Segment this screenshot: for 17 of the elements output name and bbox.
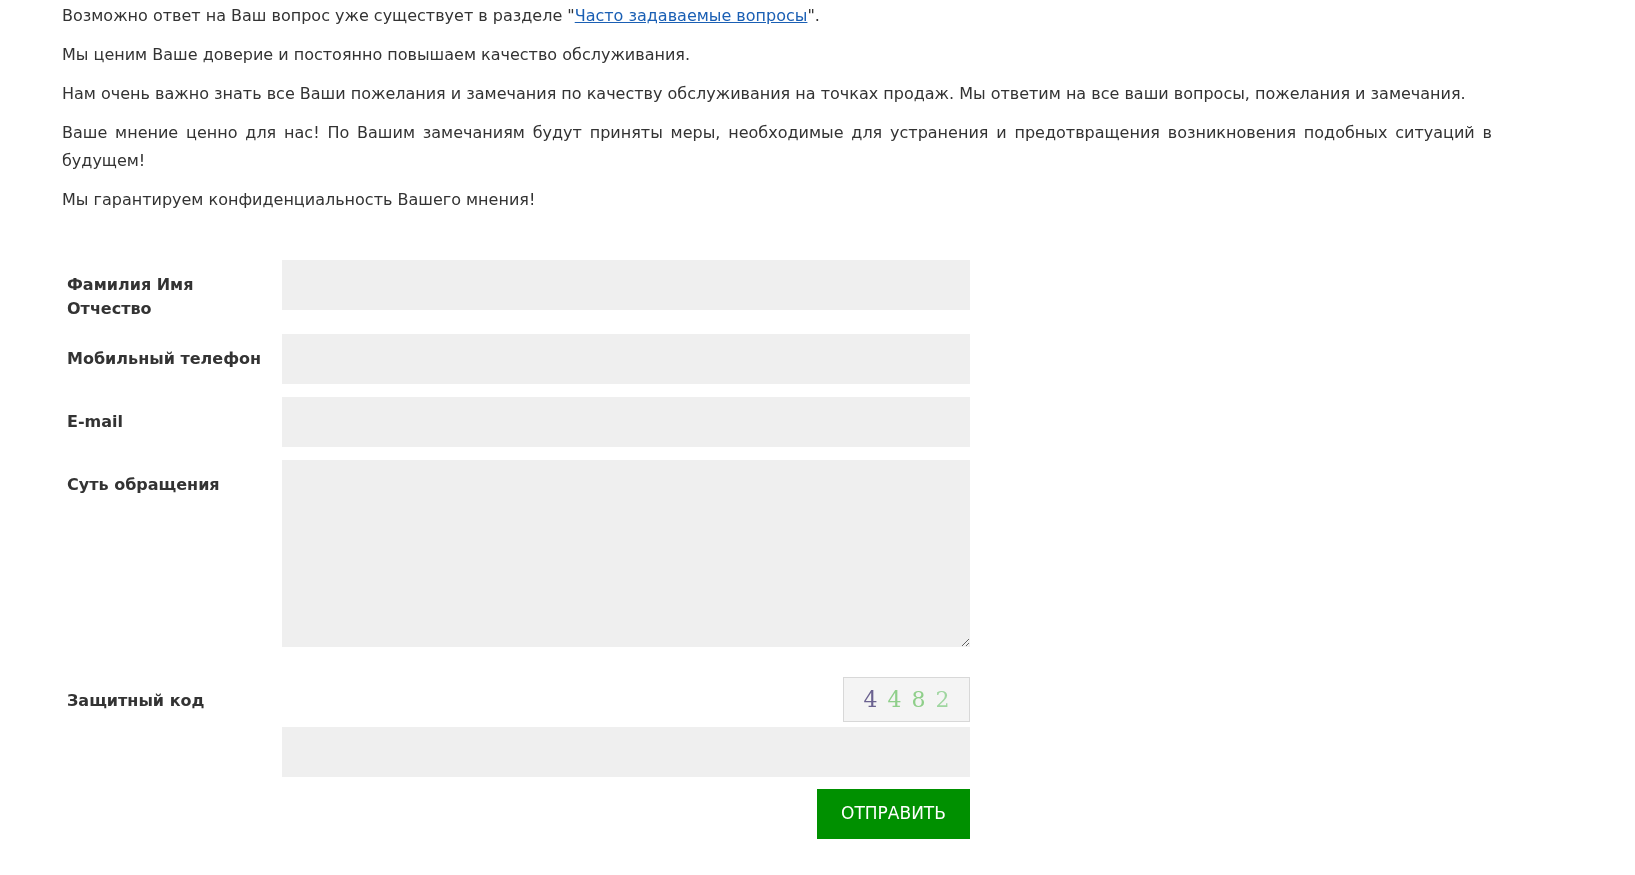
field-label: Защитный код: [66, 690, 206, 712]
paragraph-text: Ваше мнение ценно для нас! По Вашим замечаниям будут приняты меры, необходимые для устранения и предотвращения возникновения подобных ситуаций в будущем!: [62, 122, 1492, 172]
field-label: Мобильный телефон: [66, 348, 263, 370]
submit-button[interactable]: ОТПРАВИТЬ: [817, 789, 970, 839]
captcha-digit: 4: [887, 686, 902, 714]
intro-text: Возможно ответ на Ваш вопрос уже существует в разделе "Часто задаваемые вопросы".: [62, 5, 821, 27]
field-label: E-mail: [66, 411, 124, 433]
paragraph-text: Мы ценим Ваше доверие и постоянно повышаем качество обслуживания.: [62, 44, 691, 66]
field-label: Суть обращения: [66, 474, 221, 496]
faq-link[interactable]: Часто задаваемые вопросы: [574, 6, 808, 25]
captcha-digit: 8: [911, 686, 926, 714]
captcha-digit: 4: [863, 686, 878, 714]
message-field[interactable]: [282, 460, 970, 647]
paragraph-text: Мы гарантируем конфиденциальность Вашего мнения!: [62, 189, 537, 211]
paragraph-text: Нам очень важно знать все Ваши пожелания и замечания по качеству обслуживания на точках продаж. Мы ответим на все ваши вопросы, пожелания и замечания.: [62, 83, 1467, 105]
captcha-digit: 2: [935, 686, 950, 714]
field-label: Фамилия Имя Отчество: [66, 274, 195, 320]
